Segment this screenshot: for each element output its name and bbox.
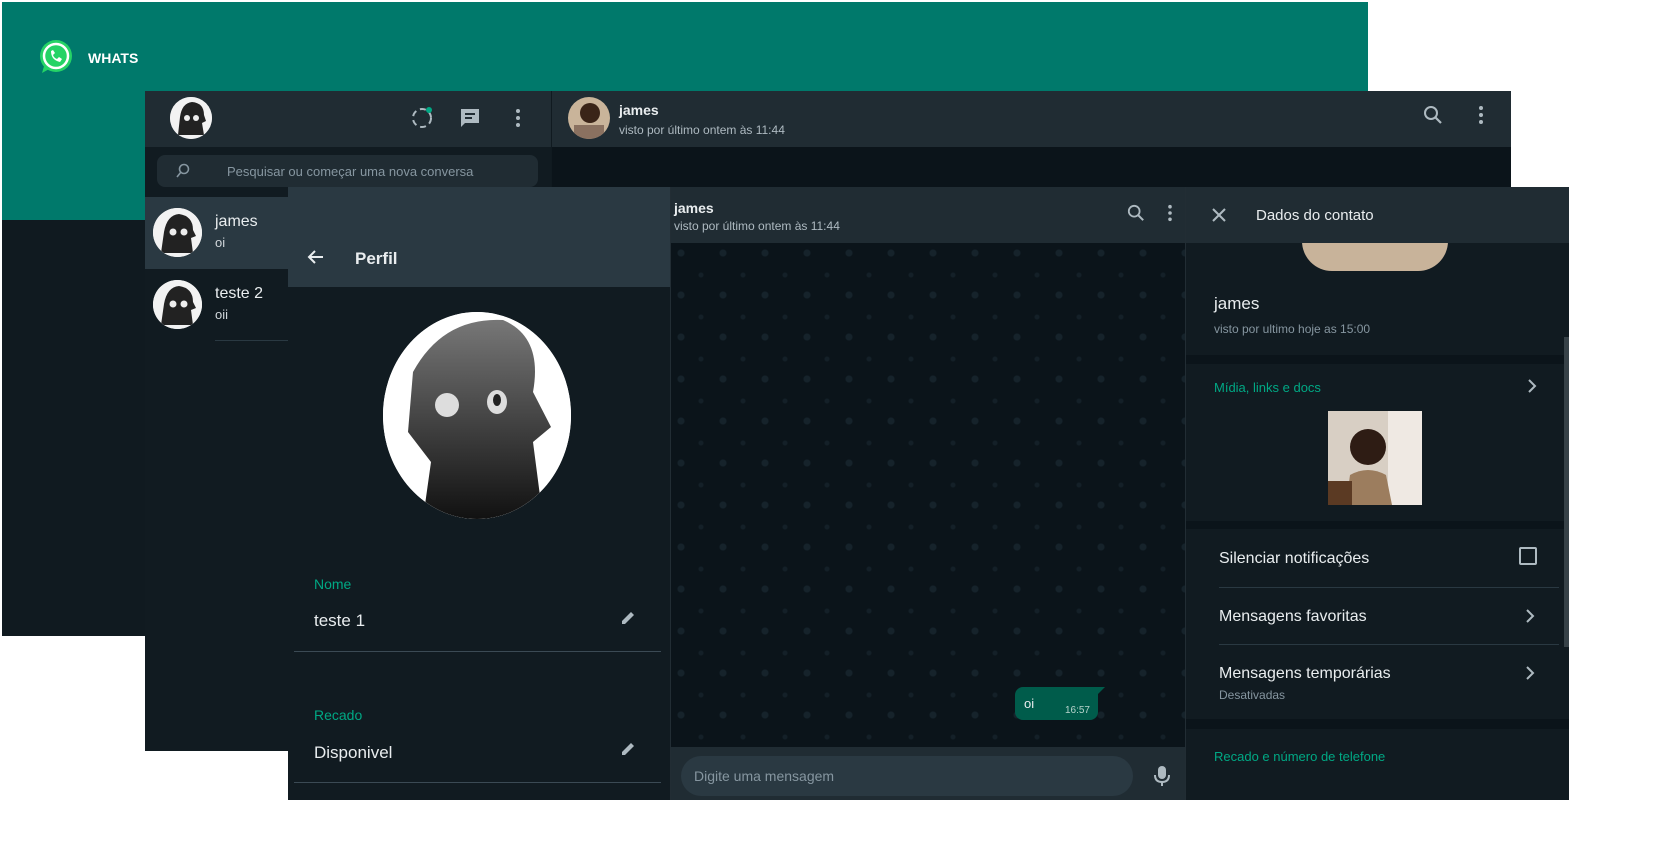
- contact-avatar[interactable]: [568, 97, 610, 139]
- search-icon[interactable]: [1423, 105, 1443, 125]
- status-icon[interactable]: [409, 105, 435, 131]
- menu-dots-icon[interactable]: [1471, 105, 1491, 125]
- close-icon[interactable]: [1211, 207, 1227, 223]
- conversation-status: visto por último ontem às 11:44: [619, 123, 785, 137]
- starred-messages-label[interactable]: Mensagens favoritas: [1219, 608, 1367, 626]
- sidebar-actions: [409, 105, 531, 131]
- profile-title: Perfil: [355, 249, 398, 268]
- mute-checkbox[interactable]: [1519, 547, 1537, 565]
- chat-title: james: [674, 200, 714, 216]
- contact-info-header: Dados do contato: [1186, 187, 1569, 243]
- disappearing-messages-label[interactable]: Mensagens temporárias: [1219, 665, 1391, 683]
- conversation-actions: [1423, 105, 1491, 125]
- pencil-icon[interactable]: [619, 609, 637, 627]
- chat-avatar: [153, 280, 202, 329]
- chat-panel: james visto por último ontem às 11:44 oi…: [670, 187, 1185, 800]
- chat-preview: oii: [215, 307, 229, 322]
- front-window: Perfil Nome teste 1 Recado Disponivel ja…: [288, 187, 1569, 800]
- chat-status: visto por último ontem às 11:44: [674, 219, 840, 233]
- contact-info-panel: james visto por ultimo hoje as 15:00 Míd…: [1185, 187, 1569, 800]
- divider: [1219, 644, 1559, 645]
- divider: [1219, 587, 1559, 588]
- chevron-right-icon[interactable]: [1524, 665, 1536, 681]
- mute-notifications-label: Silenciar notificações: [1219, 550, 1370, 567]
- contact-name: james: [1214, 294, 1260, 313]
- message-input[interactable]: [681, 756, 1133, 796]
- whatsapp-logo-icon: [36, 37, 76, 77]
- search-icon[interactable]: [1127, 204, 1145, 222]
- message-time: 16:57: [1064, 705, 1090, 716]
- search-input[interactable]: [227, 155, 527, 187]
- about-label: Recado: [314, 707, 363, 723]
- conversation-header: james visto por último ontem às 11:44: [552, 91, 1511, 147]
- name-value: teste 1: [314, 611, 366, 630]
- disappearing-messages-status: Desativadas: [1219, 688, 1286, 702]
- media-section-title: Mídia, links e docs: [1214, 380, 1321, 395]
- search-icon: [175, 163, 191, 179]
- message-bubble-outgoing[interactable]: oi 16:57: [1015, 687, 1105, 720]
- back-arrow-icon[interactable]: [306, 247, 326, 267]
- microphone-icon[interactable]: [1154, 765, 1170, 787]
- about-section-title: Recado e número de telefone: [1214, 749, 1386, 764]
- chat-preview: oi: [215, 235, 226, 250]
- profile-panel: Perfil Nome teste 1 Recado Disponivel: [288, 187, 670, 800]
- contact-info-title: Dados do contato: [1256, 207, 1374, 224]
- chat-avatar: [153, 208, 202, 257]
- name-label: Nome: [314, 576, 352, 592]
- message-text: oi: [1024, 696, 1035, 711]
- brand-name: WHATS: [88, 50, 139, 66]
- my-avatar[interactable]: [170, 97, 212, 139]
- chevron-right-icon[interactable]: [1524, 608, 1536, 624]
- conversation-name: james: [619, 102, 659, 118]
- contact-photo[interactable]: [1302, 241, 1448, 271]
- scrollbar[interactable]: [1564, 337, 1569, 647]
- chat-wallpaper: [671, 243, 1185, 747]
- chat-name: teste 2: [215, 285, 264, 302]
- new-chat-icon[interactable]: [457, 105, 483, 131]
- about-section: [1186, 729, 1569, 800]
- profile-photo[interactable]: [383, 312, 571, 519]
- search-box: [157, 155, 538, 187]
- divider: [294, 651, 661, 652]
- menu-dots-icon[interactable]: [1161, 204, 1179, 222]
- chat-name: james: [215, 213, 258, 230]
- about-value: Disponivel: [314, 743, 393, 762]
- pencil-icon[interactable]: [619, 740, 637, 758]
- chat-actions: [1127, 204, 1179, 222]
- profile-header: Perfil: [288, 187, 670, 287]
- divider: [294, 782, 661, 783]
- media-thumbnail[interactable]: [1328, 411, 1422, 505]
- message-composer: [671, 747, 1185, 800]
- contact-last-seen: visto por ultimo hoje as 15:00: [1214, 322, 1371, 336]
- chevron-right-icon[interactable]: [1526, 378, 1538, 394]
- chat-header[interactable]: james visto por último ontem às 11:44: [671, 187, 1185, 243]
- menu-dots-icon[interactable]: [505, 105, 531, 131]
- sidebar-header: [145, 91, 551, 147]
